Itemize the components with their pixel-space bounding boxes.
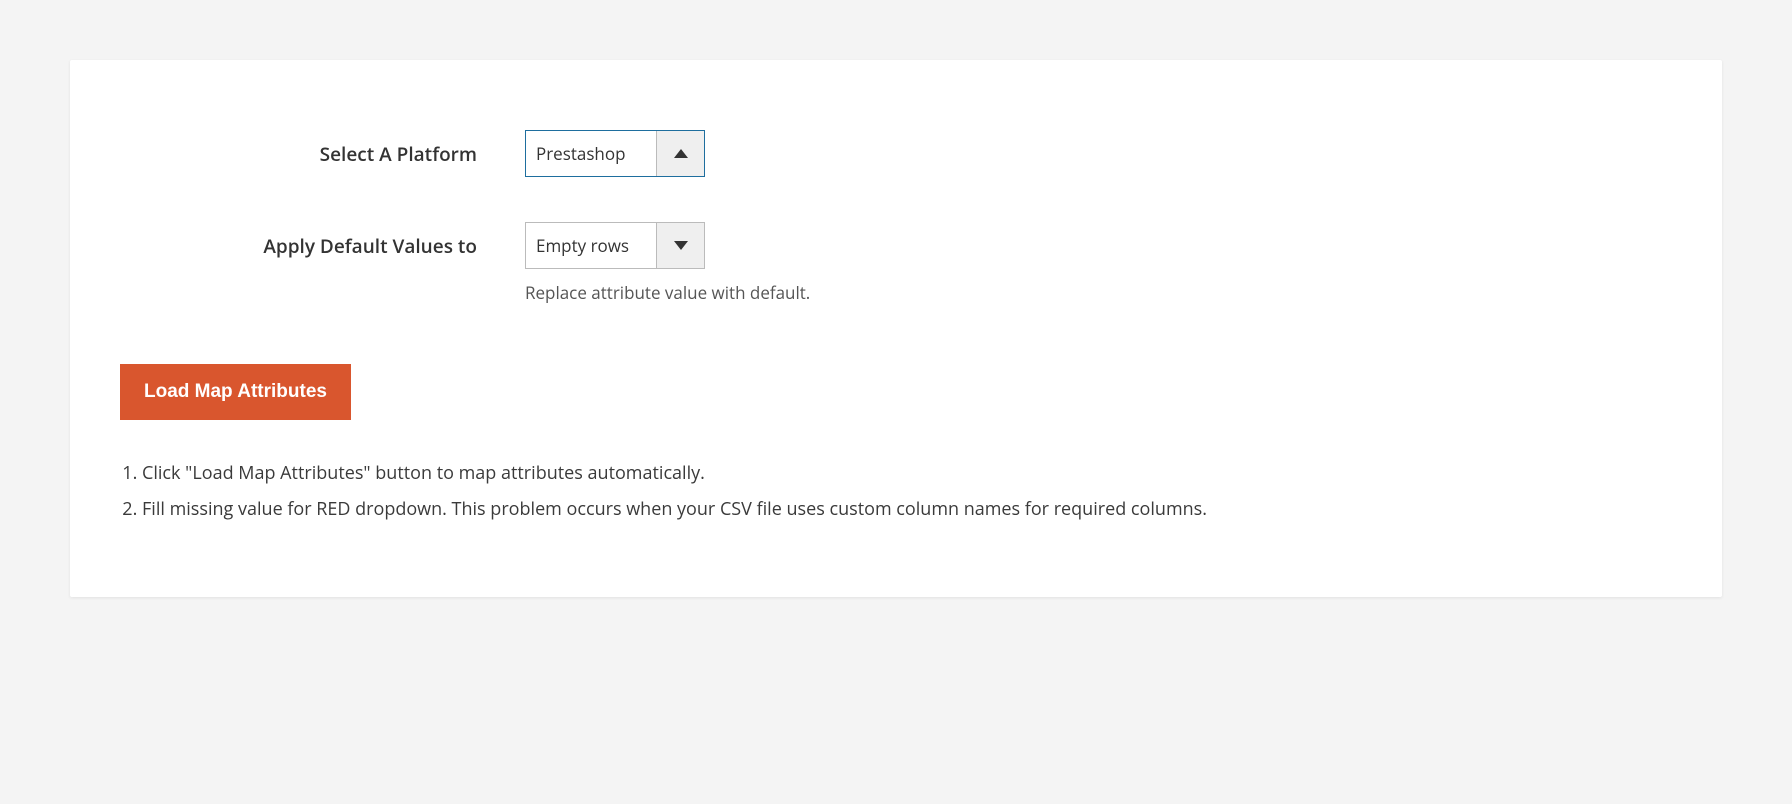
chevron-up-icon bbox=[674, 149, 688, 158]
list-item: Fill missing value for RED dropdown. Thi… bbox=[142, 496, 1672, 524]
platform-select-toggle[interactable] bbox=[656, 131, 704, 176]
default-values-helper: Replace attribute value with default. bbox=[525, 281, 810, 304]
platform-control: Prestashop bbox=[525, 130, 1672, 177]
load-map-attributes-button[interactable]: Load Map Attributes bbox=[120, 364, 351, 420]
instructions-list: Click "Load Map Attributes" button to ma… bbox=[120, 460, 1672, 524]
default-values-select[interactable]: Empty rows bbox=[525, 222, 705, 269]
default-values-control: Empty rows bbox=[525, 222, 1672, 269]
platform-row: Select A Platform Prestashop bbox=[120, 130, 1672, 177]
platform-select-value: Prestashop bbox=[526, 131, 656, 176]
default-values-label: Apply Default Values to bbox=[120, 233, 525, 259]
platform-select[interactable]: Prestashop bbox=[525, 130, 705, 177]
default-values-row: Apply Default Values to Empty rows bbox=[120, 222, 1672, 269]
platform-label: Select A Platform bbox=[120, 141, 525, 167]
default-values-select-toggle[interactable] bbox=[656, 223, 704, 268]
default-values-helper-row: Replace attribute value with default. bbox=[525, 281, 1672, 304]
chevron-down-icon bbox=[674, 241, 688, 250]
list-item: Click "Load Map Attributes" button to ma… bbox=[142, 460, 1672, 488]
settings-card: Select A Platform Prestashop Apply Defau… bbox=[70, 60, 1722, 597]
default-values-select-value: Empty rows bbox=[526, 223, 656, 268]
